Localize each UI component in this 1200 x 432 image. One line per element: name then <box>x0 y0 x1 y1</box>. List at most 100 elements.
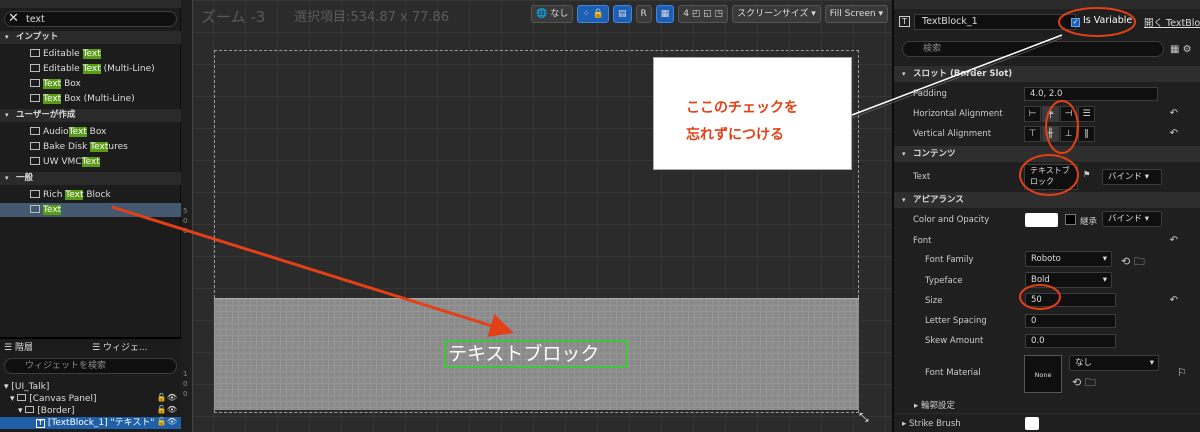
align-right-icon[interactable]: ⊣ <box>1060 106 1077 122</box>
align-middle-icon[interactable]: ╫ <box>1042 126 1059 142</box>
hierarchy-row-border[interactable]: ▾ [Border] <box>18 405 74 417</box>
reset-icon[interactable]: ↶ <box>1170 295 1178 306</box>
palette-item-text: Editable <box>43 49 83 59</box>
clear-icon[interactable]: ✕ <box>8 12 19 26</box>
widget-icon <box>30 94 40 102</box>
text-block-widget[interactable]: テキストブロック <box>444 340 628 368</box>
widget-name-field[interactable]: TextBlock_1 <box>914 14 1076 30</box>
ruler-label: 0 <box>183 217 188 225</box>
tab-hierarchy[interactable]: ☰ 階層 <box>4 342 33 355</box>
hierarchy-row-textblock[interactable]: T [TextBlock_1] "テキスト" <box>0 417 181 429</box>
palette-item-text: Editable <box>43 64 83 74</box>
is-variable-checkbox[interactable]: ✓ Is Variable <box>1071 15 1132 27</box>
hierarchy-row-canvas[interactable]: ▾ [Canvas Panel] <box>10 393 96 405</box>
hierarchy-row-root[interactable]: ▾ [UI_Talk] <box>4 381 49 393</box>
typeface-dropdown[interactable]: Bold ▾ <box>1025 272 1112 288</box>
table-view-icon[interactable]: ▦ ⚙ <box>1170 44 1192 55</box>
palette-item[interactable]: Editable Text <box>30 47 101 61</box>
annotation-line-1: ここのチェックを <box>686 100 798 116</box>
align-left-icon[interactable]: ⊢ <box>1024 106 1041 122</box>
outline-settings[interactable]: ▸ 輪郭設定 <box>914 399 955 411</box>
align-vfill-icon[interactable]: ‖ <box>1078 126 1095 142</box>
widget-icon <box>30 142 40 150</box>
tab-widget-bindings[interactable]: ☰ ウィジェ... <box>92 342 148 355</box>
resize-handle-icon[interactable]: ⤡ <box>859 410 869 425</box>
palette-tabstrip[interactable] <box>0 0 181 8</box>
open-textblock-link[interactable]: 開く TextBlock <box>1144 15 1200 29</box>
align-fill-icon[interactable]: ☰ <box>1078 106 1095 122</box>
typeface-label: Typeface <box>925 276 963 286</box>
palette-category[interactable]: ▾ 一般 <box>0 172 181 185</box>
material-dropdown[interactable]: なし ▾ <box>1069 355 1159 371</box>
pin-icon[interactable]: ⚐ <box>1177 366 1187 379</box>
fill-screen-dropdown[interactable]: Fill Screen ▾ <box>824 5 888 23</box>
hierarchy-search[interactable]: ウィジェットを検索 <box>4 358 177 374</box>
color-bind-dropdown[interactable]: バインド ▾ <box>1102 211 1162 227</box>
palette-category-label: ユーザーが作成 <box>16 110 76 120</box>
align-top-icon[interactable]: ⊤ <box>1024 126 1041 142</box>
section-slot[interactable]: ▾ スロット (Border Slot) <box>894 66 1200 82</box>
palette-item[interactable]: Text Box <box>30 77 81 91</box>
reset-icon[interactable]: ↶ <box>1170 108 1178 119</box>
size-field[interactable]: 50 <box>1025 293 1116 307</box>
details-tabstrip[interactable] <box>894 0 1200 9</box>
reset-icon[interactable]: ↶ <box>1170 235 1178 246</box>
grid-size[interactable]: 4 ◰ ◱ ◳ <box>678 5 729 23</box>
ruler-label: 1 <box>183 370 188 378</box>
palette-category-label: インプット <box>16 32 59 42</box>
bind-link-icon[interactable]: ⚑ <box>1083 170 1091 180</box>
check-icon[interactable]: ✓ <box>1071 18 1080 27</box>
details-search[interactable]: 検索 <box>902 41 1164 57</box>
bind-dropdown[interactable]: バインド ▾ <box>1102 169 1162 185</box>
palette-item[interactable]: Text <box>0 203 181 217</box>
lock-toggle[interactable]: ⁘ 🔒 <box>577 5 609 23</box>
palette-item-text: Box (Multi-Line) <box>61 94 135 104</box>
browse-icon[interactable]: ⟲ 🗀 <box>1121 253 1145 272</box>
padding-field[interactable]: 4.0, 2.0 <box>1024 87 1158 101</box>
palette-item[interactable]: Editable Text (Multi-Line) <box>30 62 155 76</box>
palette-item[interactable]: Rich Text Block <box>30 188 111 202</box>
r-button[interactable]: R <box>635 5 652 23</box>
palette-search[interactable]: ✕ text <box>4 11 177 27</box>
font-family-label: Font Family <box>925 255 974 265</box>
lock-eye-icon[interactable]: 🔓👁 <box>157 417 177 426</box>
palette-item-text: Block <box>83 190 111 200</box>
valign-buttons[interactable]: ⊤ ╫ ⊥ ‖ <box>1024 126 1095 142</box>
palette-item-text: Text <box>43 205 62 215</box>
lock-eye-icon[interactable]: 🔓👁 <box>157 393 177 402</box>
widget-icon <box>30 190 40 198</box>
font-family-dropdown[interactable]: Roboto ▾ <box>1025 251 1112 267</box>
skew-field[interactable]: 0.0 <box>1025 334 1116 348</box>
align-bottom-icon[interactable]: ⊥ <box>1060 126 1077 142</box>
palette-category[interactable]: ▾ インプット <box>0 31 181 44</box>
widget-icon <box>30 79 40 87</box>
palette-search-input[interactable]: text <box>26 14 45 25</box>
text-value-field[interactable]: テキストブ ロック <box>1024 164 1078 190</box>
palette-item[interactable]: UW VMCText <box>30 155 100 169</box>
alpha-swatch[interactable] <box>1065 214 1076 225</box>
palette-item-text: Text <box>82 64 101 74</box>
grid-snap-icon[interactable]: ▦ <box>655 5 675 23</box>
palette-item[interactable]: Bake Disk Textures <box>30 140 128 154</box>
text-label: Text <box>913 172 931 182</box>
inherit-label: 継承 <box>1080 217 1098 227</box>
localize-button[interactable]: 🌐 なし <box>531 5 574 23</box>
respect-locks-icon[interactable]: ▤ <box>612 5 632 23</box>
strike-brush-swatch[interactable] <box>1025 417 1039 430</box>
halign-buttons[interactable]: ⊢ ╪ ⊣ ☰ <box>1024 106 1095 122</box>
screen-size-dropdown[interactable]: スクリーンサイズ ▾ <box>732 5 821 23</box>
browse-icon[interactable]: ⟲ 🗀 <box>1072 374 1096 393</box>
section-appearance[interactable]: ▾ アピアランス <box>894 192 1200 208</box>
palette-category[interactable]: ▾ ユーザーが作成 <box>0 109 181 122</box>
palette-item[interactable]: AudioText Box <box>30 125 106 139</box>
lock-eye-icon[interactable]: 🔓👁 <box>157 405 177 414</box>
reset-icon[interactable]: ↶ <box>1170 128 1178 139</box>
color-swatch[interactable] <box>1025 213 1058 227</box>
palette-item[interactable]: Text Box (Multi-Line) <box>30 92 135 106</box>
material-thumbnail[interactable]: None <box>1024 355 1062 393</box>
letter-spacing-field[interactable]: 0 <box>1025 314 1116 328</box>
viewport-toolbar: 🌐 なし ⁘ 🔒 ▤ R ▦ 4 ◰ ◱ ◳ スクリーンサイズ ▾ Fill S… <box>531 5 888 23</box>
palette-item-text: UW VMC <box>43 157 82 167</box>
align-center-icon[interactable]: ╪ <box>1042 106 1059 122</box>
section-content[interactable]: ▾ コンテンツ <box>894 146 1200 162</box>
